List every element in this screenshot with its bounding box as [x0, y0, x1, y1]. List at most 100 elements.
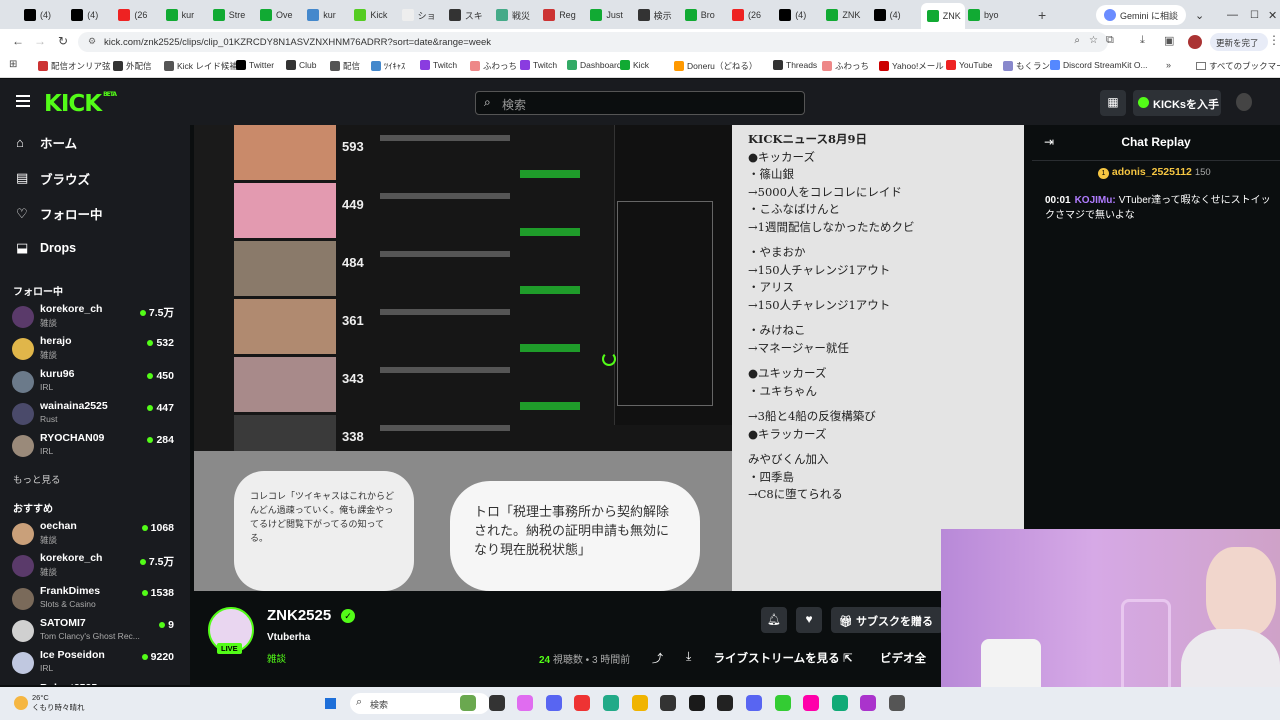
browser-tab[interactable]: ZNK [920, 3, 965, 29]
bookmark-item[interactable]: Kick [620, 60, 649, 70]
channel-row[interactable]: wainaina2525 Rust 447 [12, 400, 182, 430]
reload-icon[interactable]: ↻ [58, 34, 68, 48]
update-button[interactable]: 更新を完了 [1210, 33, 1268, 51]
forward-icon[interactable]: → [34, 34, 46, 48]
browser-tab[interactable]: 検示 [637, 5, 682, 25]
nav-item-3[interactable]: ⬓ Drops [16, 240, 76, 256]
watch-live-button[interactable]: ライブストリームを見る ⇱ [712, 643, 854, 671]
browser-tab[interactable]: Just [590, 5, 634, 25]
close-window-button[interactable]: ✕ [1268, 5, 1277, 25]
bookmark-item[interactable]: Threads [773, 60, 817, 70]
bookmark-item[interactable]: Doneru（どねる） [674, 60, 757, 72]
bookmark-star-icon[interactable]: ☆ [1089, 35, 1098, 46]
bookmark-item[interactable]: Twitter [236, 60, 274, 70]
get-kicks-button[interactable]: KICKsを入手 [1133, 90, 1221, 116]
bookmark-item[interactable]: Twitch [420, 60, 457, 70]
browser-tab[interactable]: 戦災 [496, 5, 540, 25]
bookmark-item[interactable]: ﾂｲｷｬｽ [371, 60, 405, 72]
taskbar-app-icon[interactable] [860, 695, 877, 711]
nav-item-0[interactable]: ⌂ ホーム [16, 133, 77, 152]
taskbar-app-icon[interactable] [660, 695, 677, 711]
menu-icon[interactable]: ⋮ [1268, 33, 1280, 47]
url-field[interactable]: ⚙ kick.com/znk2525/clips/clip_01KZRCDY8N… [78, 32, 1108, 52]
taskbar-app-icon[interactable] [517, 695, 534, 711]
bookmark-item[interactable]: Discord StreamKit O... [1050, 60, 1148, 70]
browser-tab[interactable]: (4) [779, 5, 823, 25]
taskbar-app-icon[interactable] [746, 695, 762, 711]
taskbar-app-icon[interactable] [574, 695, 591, 711]
channel-row[interactable]: RYOCHAN09 IRL 284 [12, 432, 182, 462]
browser-tab[interactable]: スキ [448, 5, 493, 25]
bookmark-item[interactable]: ふわっち [470, 60, 517, 72]
maximize-button[interactable]: ☐ [1250, 5, 1259, 25]
streamer-name[interactable]: ZNK2525 [267, 607, 331, 624]
taskbar-app-icon[interactable] [889, 695, 905, 711]
extensions-icon[interactable]: ⧉ [1106, 34, 1114, 47]
channel-row[interactable]: SATOMI7 Tom Clancy's Ghost Rec... 9 [12, 617, 182, 647]
browser-tab[interactable]: kur [165, 5, 210, 25]
bookmark-item[interactable]: Yahoo!メール [879, 60, 944, 72]
channel-row[interactable]: oechan 雑談 1068 [12, 520, 182, 550]
taskbar-app-icon[interactable] [460, 695, 476, 711]
taskbar-app-icon[interactable] [545, 695, 562, 711]
gift-subscription-button[interactable]: 🎁︎ サブスクを贈る [831, 607, 943, 633]
kick-logo[interactable]: KICK BETA [44, 91, 117, 117]
download-icon[interactable]: ⤓ [1140, 34, 1145, 47]
hamburger-menu-icon[interactable] [16, 95, 30, 107]
taskbar-app-icon[interactable] [688, 695, 705, 711]
taskbar-app-icon[interactable] [831, 695, 848, 711]
browser-tab[interactable]: Kick [354, 5, 398, 25]
channel-row[interactable]: korekore_ch 雑談 7.5万 [12, 552, 182, 582]
nav-item-2[interactable]: ♡ フォロー中 [16, 204, 103, 223]
browser-tab[interactable]: (4) [873, 5, 918, 25]
share-icon[interactable]: ⤴ [652, 650, 663, 666]
weather-icon[interactable] [14, 696, 28, 710]
user-avatar[interactable] [1236, 93, 1252, 111]
taskbar-app-icon[interactable] [631, 695, 648, 711]
all-videos-button[interactable]: ビデオ全 [880, 643, 940, 671]
bookmark-item[interactable]: もくラン [1003, 60, 1050, 72]
browser-tab[interactable]: Bro [684, 5, 729, 25]
clip-library-button[interactable]: ▦ [1100, 90, 1126, 116]
bookmark-item[interactable]: 外配信 [113, 60, 152, 72]
taskbar-app-icon[interactable] [803, 695, 820, 711]
taskbar-app-icon[interactable] [603, 695, 619, 711]
bookmark-item[interactable]: YouTube [946, 60, 992, 70]
browser-tab[interactable]: (4) [24, 5, 68, 25]
browser-tab[interactable]: kur [307, 5, 351, 25]
bookmark-item[interactable]: Kick レイド候補 [164, 60, 238, 72]
windows-start-icon[interactable] [323, 696, 338, 711]
bookmark-item[interactable]: Twitch [520, 60, 557, 70]
chat-user[interactable]: KOJIMu: [1075, 195, 1116, 206]
gemini-button[interactable]: Gemini に相談 [1096, 5, 1187, 25]
channel-row[interactable]: Robert2525 57 [12, 682, 182, 685]
apps-icon[interactable]: ⊞ [9, 59, 17, 70]
category-link[interactable]: 雑談 [267, 651, 286, 665]
nav-item-1[interactable]: ▤ ブラウズ [16, 169, 90, 188]
browser-tab[interactable]: (26 [118, 5, 162, 25]
browser-tab[interactable]: Reg [543, 5, 587, 25]
profile-avatar[interactable] [1188, 35, 1202, 49]
taskbar-app-icon[interactable] [774, 695, 791, 711]
channel-row[interactable]: herajo 雑談 532 [12, 335, 182, 365]
new-tab-button[interactable]: + [1038, 5, 1046, 25]
follow-heart-icon[interactable]: ♥ [796, 607, 822, 633]
channel-row[interactable]: kuru96 IRL 450 [12, 368, 182, 398]
notification-bell-icon[interactable]: 🔔︎ [761, 607, 787, 633]
channel-row[interactable]: korekore_ch 雑談 7.5万 [12, 303, 182, 333]
bookmark-item[interactable]: 配信 [330, 60, 360, 72]
show-more-link[interactable]: もっと見る [13, 472, 61, 486]
video-player[interactable]: 593 449 484 361 343 338 KICKニュース8月9日 ●キッカーズ ・篠山… [194, 125, 1024, 591]
back-icon[interactable]: ← [12, 34, 24, 48]
download-clip-icon[interactable]: ⤓ [686, 649, 691, 664]
bookmark-item[interactable]: Dashboard [567, 60, 622, 70]
browser-tab[interactable]: ZNK [826, 5, 870, 25]
zoom-icon[interactable]: ⌕ [1074, 35, 1080, 46]
browser-tab[interactable]: Stre [212, 5, 257, 25]
channel-row[interactable]: FrankDimes Slots & Casino 1538 [12, 585, 182, 615]
search-input[interactable]: ⌕ 検索 [475, 91, 805, 115]
taskbar-app-icon[interactable] [488, 695, 505, 711]
bookmark-item[interactable]: 配信オンリア弦 [38, 60, 111, 72]
channel-row[interactable]: Ice Poseidon IRL 9220 [12, 649, 182, 679]
bookmarks-more-icon[interactable]: » [1166, 60, 1171, 70]
